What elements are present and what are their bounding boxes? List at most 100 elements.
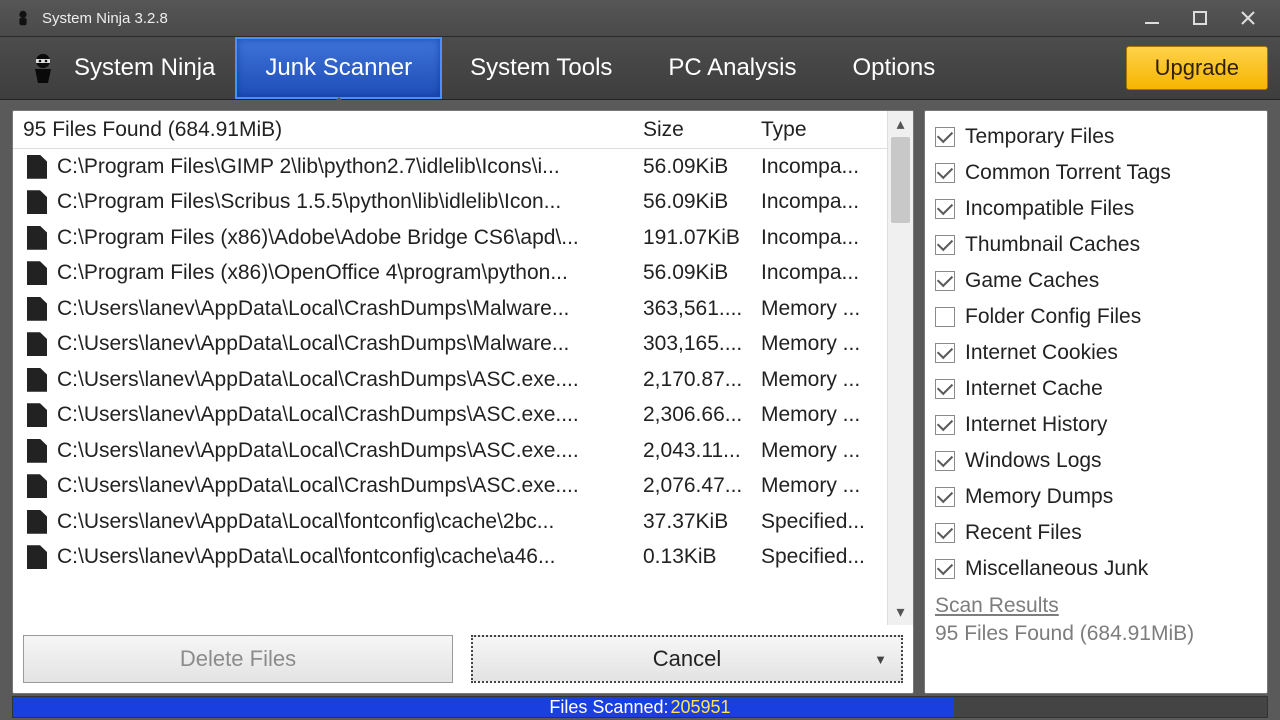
checkbox[interactable] — [935, 199, 955, 219]
file-icon — [27, 226, 47, 250]
scan-results-link[interactable]: Scan Results — [935, 594, 1255, 618]
chevron-down-icon: ▼ — [874, 652, 887, 667]
cell-type: Memory ... — [757, 474, 887, 498]
table-header: 95 Files Found (684.91MiB) Size Type — [13, 111, 887, 149]
category-item[interactable]: Memory Dumps — [935, 479, 1255, 514]
cell-size: 191.07KiB — [639, 226, 757, 250]
checkbox[interactable] — [935, 163, 955, 183]
category-item[interactable]: Miscellaneous Junk — [935, 551, 1255, 586]
tab-pc-analysis[interactable]: PC Analysis — [640, 37, 824, 99]
cell-path: C:\Users\lanev\AppData\Local\fontconfig\… — [57, 545, 639, 569]
file-icon — [27, 368, 47, 392]
category-item[interactable]: Incompatible Files — [935, 191, 1255, 226]
checkbox[interactable] — [935, 127, 955, 147]
checkbox[interactable] — [935, 487, 955, 507]
tab-label: PC Analysis — [668, 54, 796, 82]
file-icon — [27, 332, 47, 356]
header-summary: 95 Files Found (684.91MiB) — [13, 118, 639, 142]
maximize-button[interactable] — [1176, 4, 1224, 32]
scroll-up-icon[interactable]: ▴ — [888, 111, 913, 137]
cell-type: Memory ... — [757, 403, 887, 427]
scan-results-summary: 95 Files Found (684.91MiB) — [935, 622, 1255, 646]
checkbox[interactable] — [935, 307, 955, 327]
table-row[interactable]: C:\Users\lanev\AppData\Local\CrashDumps\… — [13, 327, 887, 363]
file-icon — [27, 474, 47, 498]
header-size[interactable]: Size — [639, 118, 757, 142]
category-label: Folder Config Files — [965, 305, 1141, 329]
file-table: 95 Files Found (684.91MiB) Size Type C:\… — [13, 111, 887, 625]
progress-text: Files Scanned: — [549, 697, 668, 718]
titlebar: System Ninja 3.2.8 — [0, 0, 1280, 36]
cell-size: 2,043.11... — [639, 439, 757, 463]
checkbox[interactable] — [935, 451, 955, 471]
cell-size: 2,076.47... — [639, 474, 757, 498]
cell-path: C:\Users\lanev\AppData\Local\CrashDumps\… — [57, 368, 639, 392]
brand-label: System Ninja — [74, 54, 215, 82]
main-navbar: System Ninja Junk Scanner System Tools P… — [0, 36, 1280, 100]
delete-files-button[interactable]: Delete Files — [23, 635, 453, 683]
category-item[interactable]: Folder Config Files — [935, 299, 1255, 334]
tab-junk-scanner[interactable]: Junk Scanner — [235, 37, 442, 99]
brand: System Ninja — [6, 37, 235, 99]
cell-size: 56.09KiB — [639, 190, 757, 214]
cell-path: C:\Users\lanev\AppData\Local\CrashDumps\… — [57, 332, 639, 356]
cell-path: C:\Users\lanev\AppData\Local\CrashDumps\… — [57, 297, 639, 321]
table-row[interactable]: C:\Program Files\Scribus 1.5.5\python\li… — [13, 185, 887, 221]
table-row[interactable]: C:\Users\lanev\AppData\Local\fontconfig\… — [13, 540, 887, 576]
checkbox[interactable] — [935, 523, 955, 543]
table-row[interactable]: C:\Program Files\GIMP 2\lib\python2.7\id… — [13, 149, 887, 185]
category-item[interactable]: Internet Cache — [935, 371, 1255, 406]
table-row[interactable]: C:\Users\lanev\AppData\Local\fontconfig\… — [13, 504, 887, 540]
table-row[interactable]: C:\Users\lanev\AppData\Local\CrashDumps\… — [13, 362, 887, 398]
scroll-thumb[interactable] — [891, 137, 910, 223]
category-item[interactable]: Internet History — [935, 407, 1255, 442]
category-item[interactable]: Recent Files — [935, 515, 1255, 550]
minimize-button[interactable] — [1128, 4, 1176, 32]
table-row[interactable]: C:\Program Files (x86)\OpenOffice 4\prog… — [13, 256, 887, 292]
close-button[interactable] — [1224, 4, 1272, 32]
file-icon — [27, 297, 47, 321]
category-label: Thumbnail Caches — [965, 233, 1140, 257]
table-row[interactable]: C:\Users\lanev\AppData\Local\CrashDumps\… — [13, 291, 887, 327]
progress-bar: Files Scanned: 205951 — [12, 696, 1268, 718]
content: 95 Files Found (684.91MiB) Size Type C:\… — [0, 100, 1280, 694]
cancel-button[interactable]: Cancel ▼ — [471, 635, 903, 683]
category-item[interactable]: Common Torrent Tags — [935, 155, 1255, 190]
table-row[interactable]: C:\Users\lanev\AppData\Local\CrashDumps\… — [13, 469, 887, 505]
button-label: Delete Files — [180, 646, 296, 672]
category-item[interactable]: Thumbnail Caches — [935, 227, 1255, 262]
checkbox[interactable] — [935, 559, 955, 579]
ninja-icon — [26, 51, 60, 85]
upgrade-button[interactable]: Upgrade — [1126, 46, 1268, 90]
category-label: Game Caches — [965, 269, 1099, 293]
cell-path: C:\Program Files\GIMP 2\lib\python2.7\id… — [57, 155, 639, 179]
category-item[interactable]: Game Caches — [935, 263, 1255, 298]
category-item[interactable]: Windows Logs — [935, 443, 1255, 478]
header-type[interactable]: Type — [757, 118, 887, 142]
window-title: System Ninja 3.2.8 — [42, 10, 168, 27]
checkbox[interactable] — [935, 235, 955, 255]
status-bar: Files Scanned: 205951 — [0, 694, 1280, 720]
category-item[interactable]: Temporary Files — [935, 119, 1255, 154]
tab-options[interactable]: Options — [824, 37, 963, 99]
checkbox[interactable] — [935, 415, 955, 435]
table-row[interactable]: C:\Users\lanev\AppData\Local\CrashDumps\… — [13, 398, 887, 434]
cell-path: C:\Program Files (x86)\OpenOffice 4\prog… — [57, 261, 639, 285]
category-item[interactable]: Internet Cookies — [935, 335, 1255, 370]
cell-path: C:\Program Files (x86)\Adobe\Adobe Bridg… — [57, 226, 639, 250]
action-bar: Delete Files Cancel ▼ — [13, 625, 913, 693]
vertical-scrollbar[interactable]: ▴ ▾ — [887, 111, 913, 625]
tab-system-tools[interactable]: System Tools — [442, 37, 640, 99]
scroll-track[interactable] — [888, 137, 913, 599]
table-row[interactable]: C:\Users\lanev\AppData\Local\CrashDumps\… — [13, 433, 887, 469]
cell-type: Incompa... — [757, 190, 887, 214]
file-icon — [27, 439, 47, 463]
category-label: Recent Files — [965, 521, 1082, 545]
checkbox[interactable] — [935, 379, 955, 399]
scroll-down-icon[interactable]: ▾ — [888, 599, 913, 625]
cell-size: 363,561.... — [639, 297, 757, 321]
cell-path: C:\Users\lanev\AppData\Local\CrashDumps\… — [57, 403, 639, 427]
checkbox[interactable] — [935, 271, 955, 291]
checkbox[interactable] — [935, 343, 955, 363]
table-row[interactable]: C:\Program Files (x86)\Adobe\Adobe Bridg… — [13, 220, 887, 256]
